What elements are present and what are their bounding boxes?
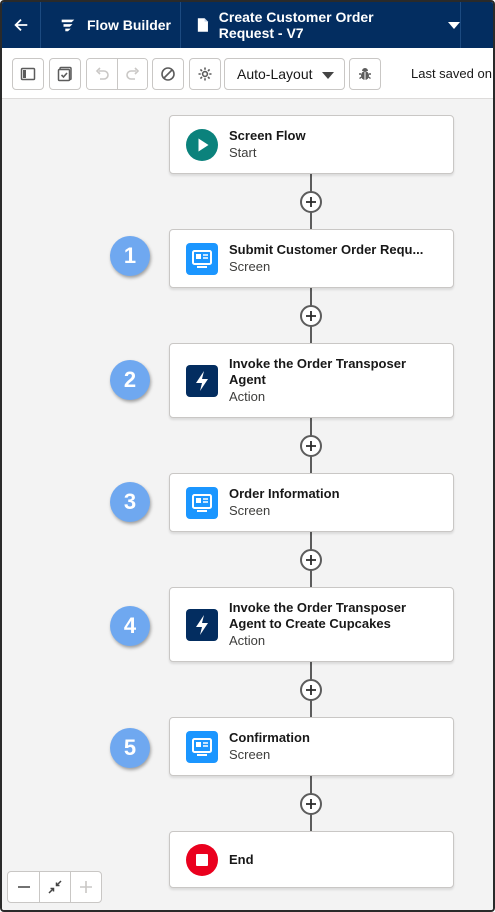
add-element-button[interactable]: [300, 435, 322, 457]
plus-icon: [306, 555, 316, 565]
header-spacer: [461, 2, 493, 48]
checklist-icon: [57, 66, 72, 82]
plus-icon: [306, 799, 316, 809]
plus-icon: [306, 197, 316, 207]
add-element-button[interactable]: [300, 793, 322, 815]
chevron-down-icon: [322, 72, 334, 79]
action-node[interactable]: Invoke the Order Transposer Agent to Cre…: [169, 587, 454, 662]
stop-icon: [186, 843, 218, 876]
end-node[interactable]: End: [169, 831, 454, 888]
screen-node[interactable]: Order Information Screen: [169, 473, 454, 532]
app-title-area: Flow Builder: [41, 2, 181, 48]
step-badge: 4: [110, 606, 150, 646]
node-title: Order Information: [229, 485, 340, 501]
screen-icon: [186, 730, 218, 763]
node-title: Confirmation: [229, 729, 310, 745]
flow-settings-button[interactable]: [189, 58, 221, 90]
document-icon: [197, 18, 208, 32]
play-icon: [186, 128, 218, 161]
check-errors-button[interactable]: [49, 58, 81, 90]
node-title: Screen Flow: [229, 127, 306, 143]
screen-icon: [186, 242, 218, 275]
plus-icon: [80, 881, 92, 893]
node-type: Action: [229, 388, 266, 404]
step-badge: 2: [110, 360, 150, 400]
node-title: Invoke the Order Transposer Agent to Cre…: [229, 599, 407, 631]
lightning-icon: [186, 608, 218, 641]
flow-builder-window: Flow Builder Create Customer Order Reque…: [0, 0, 495, 912]
fit-to-view-button[interactable]: [39, 872, 70, 902]
flow-canvas[interactable]: Screen Flow Start 1 Submit Customer Orde…: [2, 99, 493, 910]
node-title: Invoke the Order Transposer Agent: [229, 355, 407, 387]
toggle-toolbox-button[interactable]: [12, 58, 44, 90]
flow-title-menu[interactable]: Create Customer Order Request - V7: [181, 2, 461, 48]
chevron-down-icon: [448, 21, 460, 29]
undo-redo-group: [86, 58, 148, 90]
plus-icon: [306, 685, 316, 695]
gear-icon: [198, 67, 212, 81]
arrow-left-icon: [14, 18, 28, 32]
add-element-button[interactable]: [300, 191, 322, 213]
undo-icon: [95, 67, 109, 80]
layout-select[interactable]: Auto-Layout: [224, 58, 345, 90]
zoom-controls: [7, 871, 102, 903]
node-title: End: [229, 851, 254, 867]
add-element-button[interactable]: [300, 679, 322, 701]
node-type: Screen: [229, 746, 271, 762]
zoom-out-button[interactable]: [8, 872, 39, 902]
node-type: Screen: [229, 502, 271, 518]
sidebar-panel-icon: [20, 67, 36, 81]
step-badge: 5: [110, 728, 150, 768]
cancel-selection-button[interactable]: [152, 58, 184, 90]
node-type: Action: [229, 632, 266, 648]
contract-icon: [48, 880, 62, 894]
add-element-button[interactable]: [300, 549, 322, 571]
last-saved-text: Last saved on: [411, 66, 492, 81]
plus-icon: [306, 441, 316, 451]
add-element-button[interactable]: [300, 305, 322, 327]
screen-icon: [186, 486, 218, 519]
start-node[interactable]: Screen Flow Start: [169, 115, 454, 174]
app-title: Flow Builder: [87, 17, 171, 33]
toolbar: Auto-Layout Last saved on: [2, 48, 493, 99]
node-type: Screen: [229, 258, 271, 274]
zoom-in-button[interactable]: [70, 872, 101, 902]
plus-icon: [306, 311, 316, 321]
back-button[interactable]: [2, 2, 41, 48]
redo-icon: [125, 67, 139, 80]
lightning-icon: [186, 364, 218, 397]
app-header: Flow Builder Create Customer Order Reque…: [2, 2, 493, 48]
flow-title: Create Customer Order Request - V7: [218, 9, 374, 41]
node-title: Submit Customer Order Requ...: [229, 241, 424, 257]
debug-button[interactable]: [349, 58, 381, 90]
redo-button[interactable]: [117, 59, 147, 89]
layout-select-value: Auto-Layout: [237, 66, 313, 82]
minus-icon: [17, 886, 30, 888]
screen-node[interactable]: Confirmation Screen: [169, 717, 454, 776]
action-node[interactable]: Invoke the Order Transposer Agent Action: [169, 343, 454, 418]
step-badge: 1: [110, 236, 150, 276]
bug-icon: [359, 68, 371, 80]
screen-node[interactable]: Submit Customer Order Requ... Screen: [169, 229, 454, 288]
undo-button[interactable]: [87, 59, 117, 89]
step-badge: 3: [110, 482, 150, 522]
node-type: Start: [229, 144, 257, 160]
ban-icon: [161, 67, 175, 81]
flow-icon: [61, 19, 75, 32]
